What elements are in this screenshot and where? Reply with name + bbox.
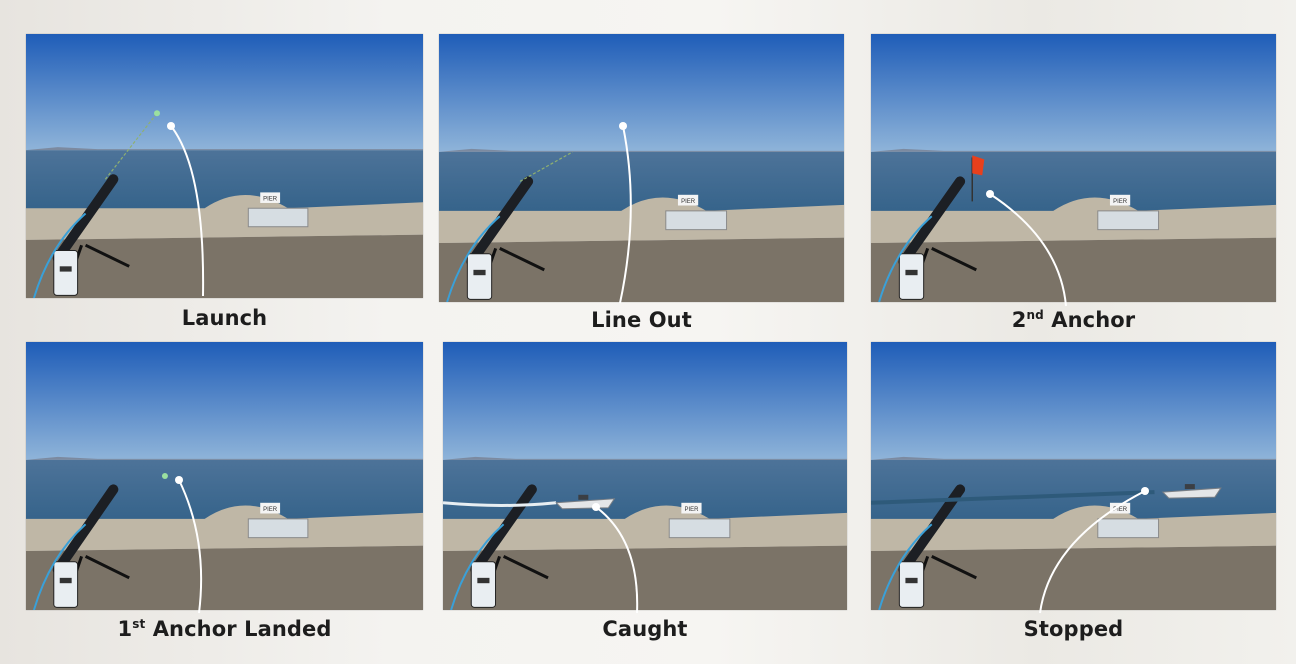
scene: PIER	[439, 34, 844, 302]
photo-stopped: PIER	[871, 342, 1276, 610]
ground	[871, 237, 1276, 302]
ground	[26, 545, 423, 610]
caption-line-out: Line Out	[591, 308, 692, 332]
sky	[439, 34, 844, 152]
photo-first-anchor-landed: PIER	[26, 342, 423, 610]
caption-caught: Caught	[602, 617, 688, 641]
pier-sign-text: PIER	[263, 507, 278, 513]
ground	[26, 234, 423, 298]
pier-sign-text: PIER	[1113, 199, 1128, 205]
sky	[443, 342, 847, 460]
pier-sign-text: PIER	[263, 196, 278, 202]
caption-launch: Launch	[181, 306, 268, 330]
ground	[871, 545, 1276, 610]
photo-second-anchor: PIER	[871, 34, 1276, 302]
scene: PIER	[871, 34, 1276, 302]
ground	[443, 545, 847, 610]
photo-line-out: PIER	[439, 34, 844, 302]
sky	[26, 34, 423, 151]
ground	[439, 237, 844, 302]
sky	[871, 342, 1276, 460]
caption-second-anchor: 2nd Anchor	[1011, 308, 1136, 332]
pier-sign-text: PIER	[1113, 507, 1128, 513]
caption-first-anchor-landed: 1st Anchor Landed	[117, 617, 332, 641]
sky	[871, 34, 1276, 152]
pier-sign-text: PIER	[684, 507, 699, 513]
figure-root: { "panels": [ {"id":"launch", "caption":…	[0, 0, 1296, 664]
scene: PIER	[26, 342, 423, 610]
scene: PIER	[443, 342, 847, 610]
scene: PIER	[871, 342, 1276, 610]
scene: PIER	[26, 34, 423, 298]
pier-sign-text: PIER	[681, 199, 696, 205]
sky	[26, 342, 423, 460]
photo-caught: PIER	[443, 342, 847, 610]
photo-launch: PIER	[26, 34, 423, 298]
caption-stopped: Stopped	[1023, 617, 1124, 641]
